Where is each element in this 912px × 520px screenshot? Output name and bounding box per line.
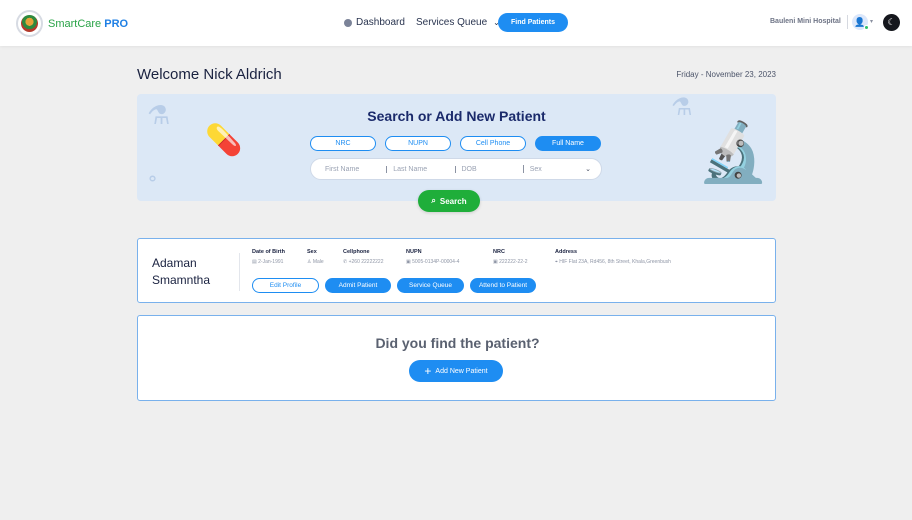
brand-suffix: PRO — [104, 17, 129, 30]
patient-name: Adaman Smamntha — [152, 255, 232, 289]
hospital-name[interactable]: Bauleni Mini Hospital — [770, 18, 841, 25]
online-status-dot — [864, 25, 869, 30]
patient-result-card: Adaman Smamntha Date of Birth ▤ 2-Jan-19… — [137, 238, 776, 303]
admit-patient-button[interactable]: Admit Patient — [325, 278, 391, 293]
field-label: Cellphone — [343, 249, 370, 255]
first-name-input[interactable]: First Name — [325, 166, 386, 173]
patient-last-name: Smamntha — [152, 273, 211, 287]
tab-cell-phone[interactable]: Cell Phone — [460, 136, 526, 151]
last-name-input[interactable]: Last Name — [386, 165, 454, 173]
field-value: +260 22222222 — [348, 259, 384, 265]
field-address: Address ⌖ HIF Flat 23A, Rd456, 8th Stree… — [555, 249, 671, 265]
search-button[interactable]: ⌕ Search — [418, 190, 480, 212]
field-cellphone: Cellphone ✆ +260 22222222 — [343, 249, 384, 265]
field-label: NRC — [493, 249, 505, 255]
chevron-down-icon: ⌄ — [585, 166, 591, 173]
search-button-label: Search — [439, 196, 467, 206]
app-logo[interactable]: SmartCare PRO — [16, 10, 128, 37]
patient-first-name: Adaman — [152, 256, 197, 270]
dashboard-icon — [344, 18, 352, 27]
dob-input[interactable]: DOB — [454, 165, 523, 173]
sex-select[interactable]: Sex ⌄ — [522, 165, 591, 173]
add-patient-card: Did you find the patient? + Add New Pati… — [137, 315, 776, 401]
search-icon: ⌕ — [431, 196, 436, 205]
attend-to-patient-button[interactable]: Attend to Patient — [470, 278, 536, 293]
field-value: HIF Flat 23A, Rd456, 8th Street, Khala,G… — [559, 259, 671, 265]
sex-select-label: Sex — [529, 165, 542, 173]
user-avatar-icon[interactable]: 👤 — [852, 14, 869, 30]
nav-services-queue-label: Services Queue — [416, 17, 488, 28]
tab-nupn[interactable]: NUPN — [385, 136, 451, 151]
field-value: 2-Jan-1991 — [258, 259, 284, 265]
field-nupn: NUPN ▣ 5005-0134P-00004-4 — [406, 249, 459, 265]
search-title: Search or Add New Patient — [367, 108, 546, 124]
tab-full-name[interactable]: Full Name — [535, 136, 601, 151]
field-label: Sex — [307, 249, 317, 255]
field-value: 222222-22-2 — [499, 259, 528, 265]
find-patient-question: Did you find the patient? — [375, 335, 540, 351]
top-navbar: SmartCare PRO Dashboard Services Queue ⌄… — [0, 0, 912, 46]
plus-icon: + — [424, 364, 432, 378]
user-menu-chevron-icon[interactable]: ▾ — [870, 18, 873, 25]
name-search-bar: First Name Last Name DOB Sex ⌄ — [310, 158, 602, 180]
brand-name: SmartCare — [48, 17, 102, 30]
welcome-heading: Welcome Nick Aldrich — [137, 66, 282, 83]
field-label: NUPN — [406, 249, 422, 255]
add-new-patient-button[interactable]: + Add New Patient — [409, 360, 503, 382]
dark-mode-toggle-icon[interactable]: ☾ — [883, 14, 900, 31]
medicine-bottle-icon: 💊 — [205, 124, 243, 157]
service-queue-button[interactable]: Service Queue — [397, 278, 464, 293]
current-date: Friday - November 23, 2023 — [676, 70, 776, 79]
tab-nrc[interactable]: NRC — [310, 136, 376, 151]
field-label: Date of Birth — [252, 249, 285, 255]
search-type-tabs: NRC NUPN Cell Phone Full Name — [310, 136, 601, 151]
field-nrc: NRC ▣ 222222-22-2 — [493, 249, 527, 265]
search-panel: ⚗ 💊 ⚬ ⚗ 🔬 Search or Add New Patient NRC … — [137, 94, 776, 201]
field-sex: Sex ♙ Male — [307, 249, 324, 265]
field-label: Address — [555, 249, 578, 255]
field-value: Male — [312, 259, 324, 265]
nav-dashboard-label: Dashboard — [356, 17, 405, 28]
field-dob: Date of Birth ▤ 2-Jan-1991 — [252, 249, 285, 265]
coat-of-arms-icon — [16, 10, 43, 37]
pills-icon: ⚬ — [145, 169, 161, 189]
patient-actions: Edit Profile Admit Patient Service Queue… — [252, 278, 536, 293]
microscope-icon: 🔬 — [697, 120, 770, 185]
nav-dashboard[interactable]: Dashboard — [344, 17, 405, 28]
nav-services-queue[interactable]: Services Queue ⌄ — [416, 17, 500, 28]
divider — [847, 15, 848, 29]
divider — [239, 253, 240, 291]
edit-profile-button[interactable]: Edit Profile — [252, 278, 319, 293]
field-value: 5005-0134P-00004-4 — [412, 259, 460, 265]
find-patients-button[interactable]: Find Patients — [498, 13, 568, 32]
add-new-patient-label: Add New Patient — [435, 367, 488, 375]
